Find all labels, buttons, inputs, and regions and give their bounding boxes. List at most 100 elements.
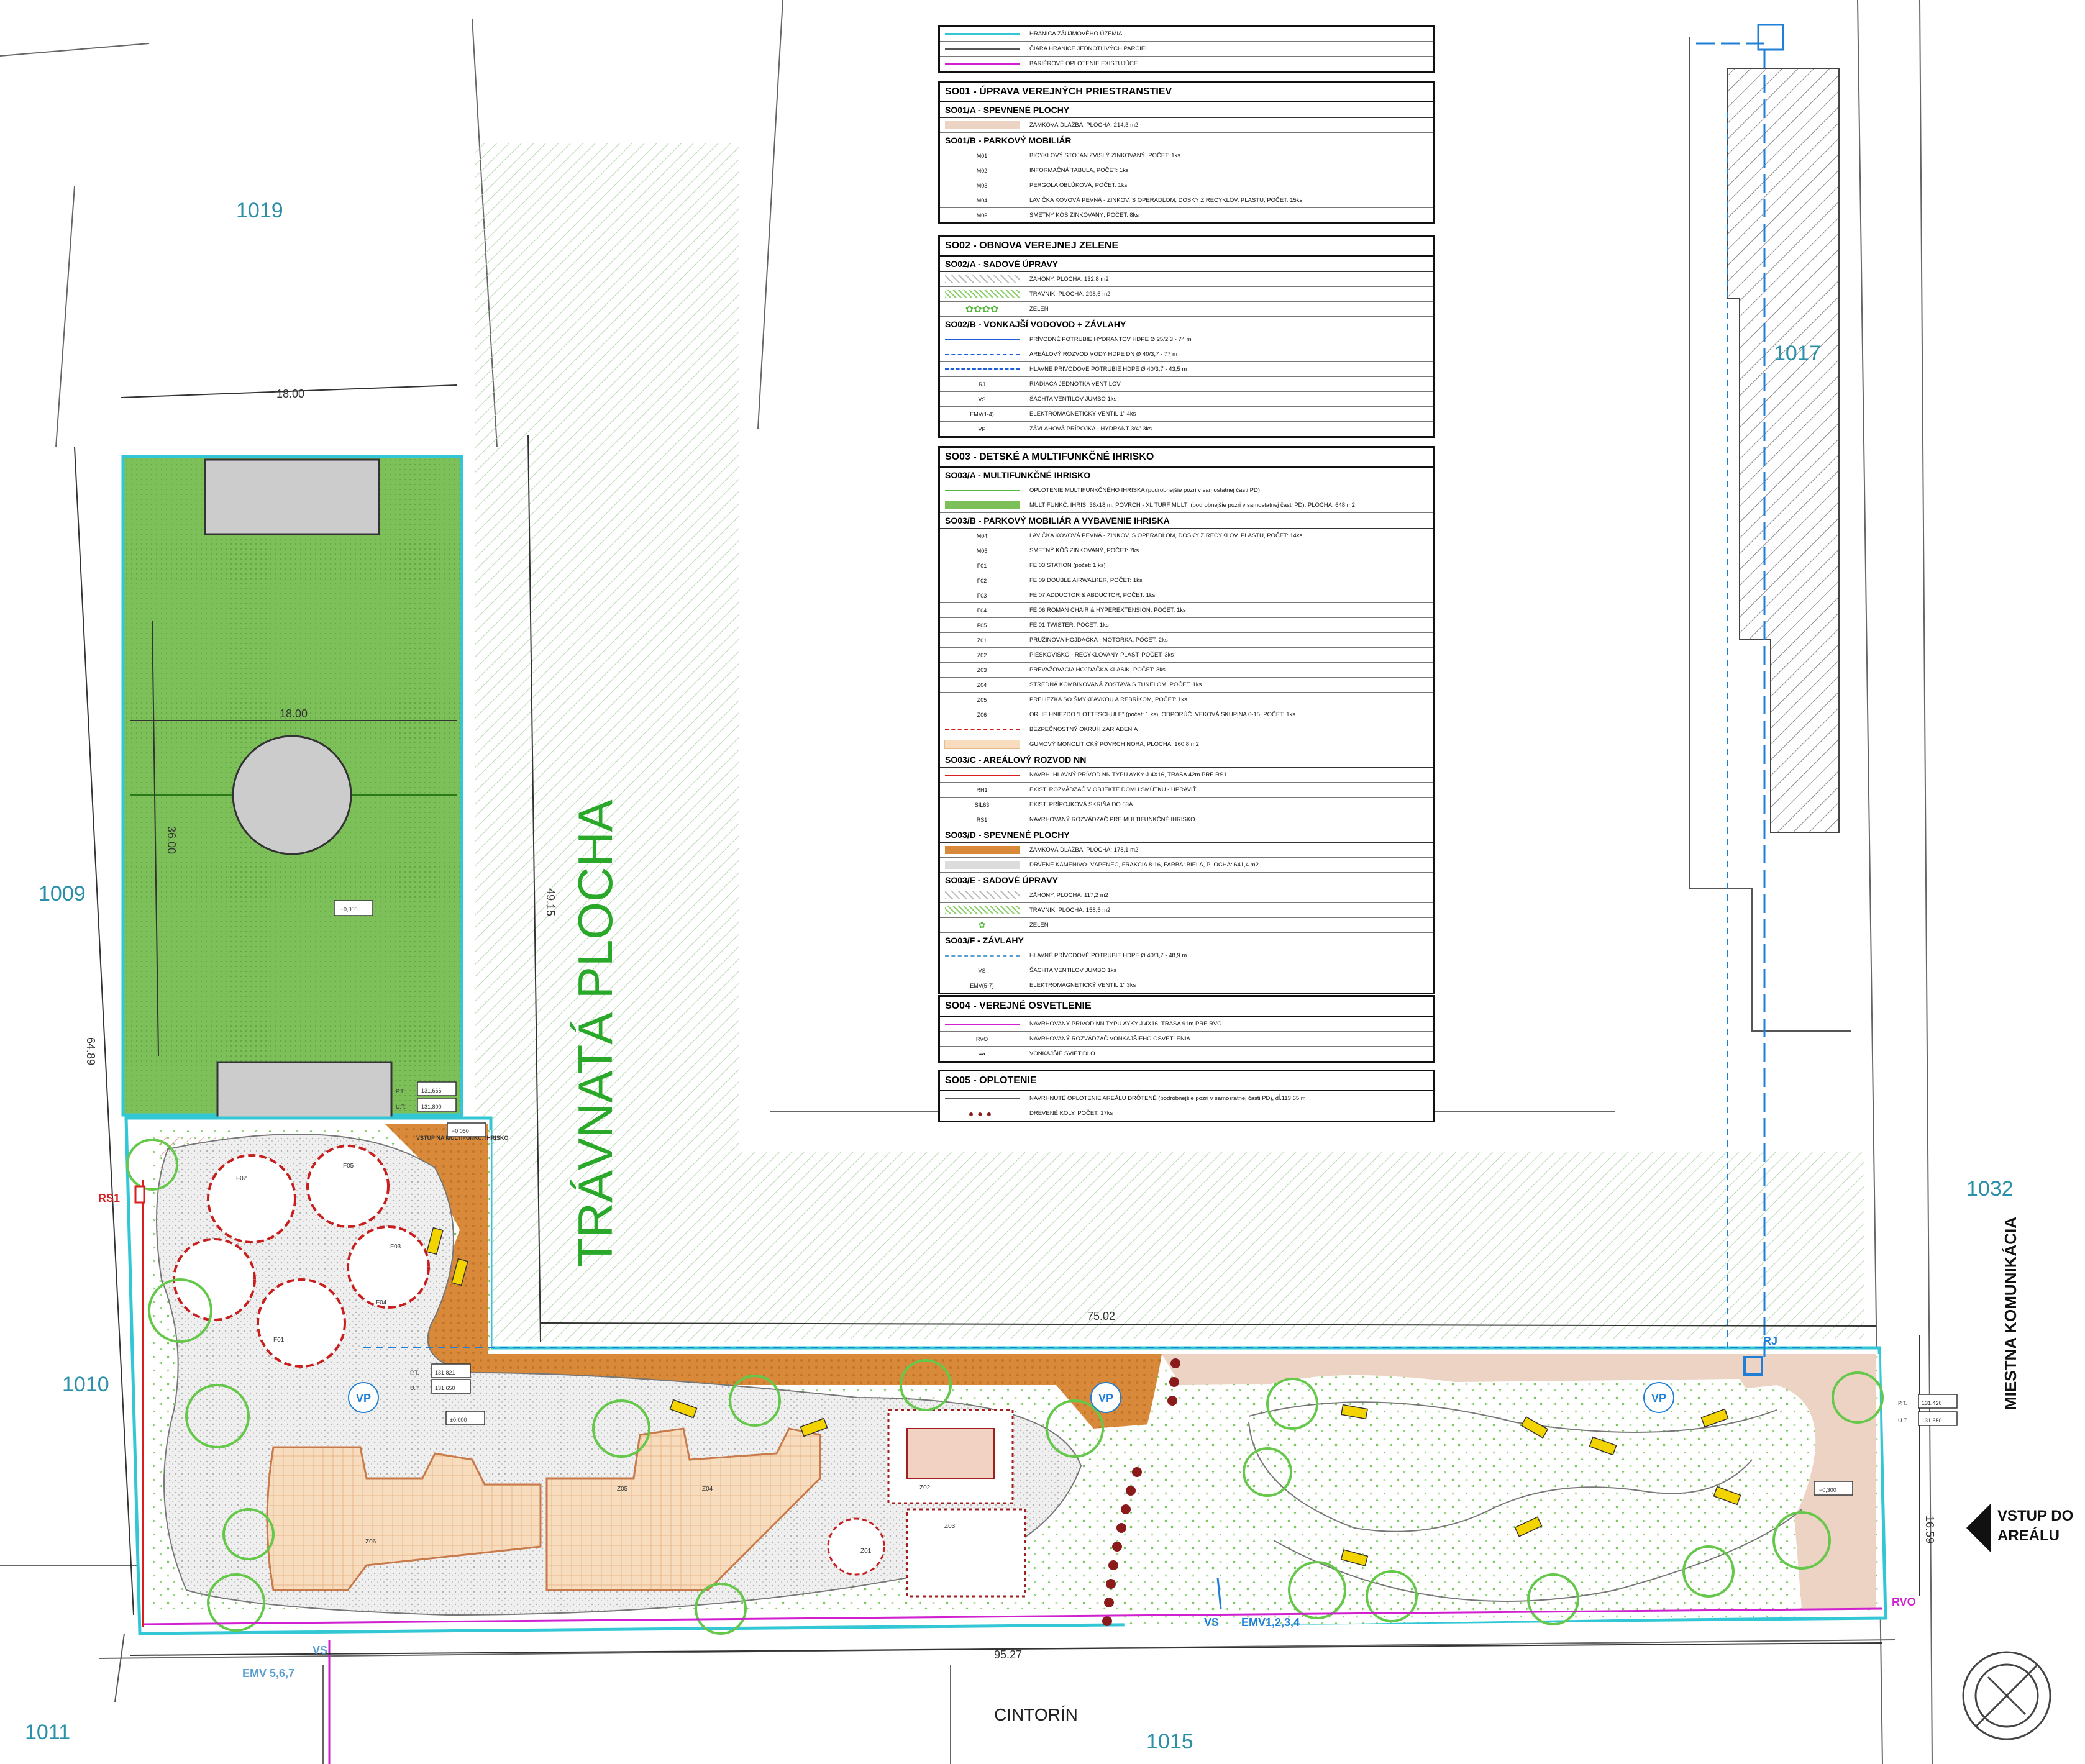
legend-desc: NAVRH. HLAVNÝ PRÍVOD NN TYPU AYKY-J 4X16… (1029, 771, 1227, 778)
legend-row: F02 FE 09 DOUBLE AIRWALKER, POČET: 1ks (940, 573, 1433, 588)
dim-field-length: 36.00 (165, 826, 178, 854)
legend-row: M05 SMETNÝ KÔŠ ZINKOVANÝ, POČET: 7ks (940, 543, 1433, 558)
legend-desc: BICYKLOVÝ STOJAN ZVISLÝ ZINKOVANÝ, POČET… (1029, 152, 1181, 159)
legend-so04-title: SO04 - VEREJNÉ OSVETLENIE (940, 997, 1433, 1017)
legend-desc: FE 09 DOUBLE AIRWALKER, POČET: 1ks (1029, 577, 1143, 584)
legend-symbol (940, 948, 1024, 963)
north-arrow (1962, 1651, 2051, 1740)
legend-so05: SO05 - OPLOTENIE NAVRHNUTÉ OPLOTENIE ARE… (938, 1070, 1435, 1122)
legend-so03-sub-b: SO03/B - PARKOVÝ MOBILIÁR A VYBAVENIE IH… (940, 513, 1433, 529)
label-z02: Z02 (919, 1484, 931, 1491)
legend-desc: PRUŽINOVÁ HOJDAČKA - MOTORKA, POČET: 2ks (1029, 637, 1168, 643)
parcel-1015: 1015 (1146, 1730, 1193, 1753)
legend-symbol: ●●● (940, 1106, 1024, 1121)
legend-code: Z04 (940, 678, 1024, 692)
legend-row: Z05 PRELIEZKA SO ŠMYKĽAVKOU A REBRÍKOM, P… (940, 693, 1433, 707)
legend-code: M05 (940, 208, 1024, 222)
legend-desc: ZELEŇ (1029, 922, 1049, 929)
legend-symbol (940, 347, 1024, 361)
legend-row: ⊸ VONKAJŠIE SVIETIDLO (940, 1047, 1433, 1061)
label-vp-1: VP (356, 1392, 371, 1404)
label-vs-2: VS (1204, 1616, 1219, 1629)
svg-text:131,800: 131,800 (421, 1104, 442, 1110)
legend-code: Z02 (940, 648, 1024, 662)
legend-code: Z06 (940, 707, 1024, 722)
legend-row: HRANICA ZÁUJMOVÉHO ÚZEMIA (940, 27, 1433, 42)
legend-desc: LAVIČKA KOVOVÁ PEVNÁ - ZINKOV. S OPERADL… (1029, 197, 1303, 204)
label-z04: Z04 (702, 1486, 713, 1493)
legend-desc: TRÁVNIK, PLOCHA: 158,5 m2 (1029, 907, 1111, 914)
legend-row: HLAVNÉ PRÍVODOVÉ POTRUBIE HDPE Ø 40/3,7 … (940, 948, 1433, 963)
legend-desc: FE 06 ROMAN CHAIR & HYPEREXTENSION, POČE… (1029, 607, 1186, 614)
legend-row: VS ŠACHTA VENTILOV JUMBO 1ks (940, 963, 1433, 978)
legend-desc: ŠACHTA VENTILOV JUMBO 1ks (1029, 396, 1117, 402)
legend-row: ZÁMKOVÁ DLAŽBA, PLOCHA: 178,1 m2 (940, 843, 1433, 858)
legend-code: F03 (940, 588, 1024, 602)
legend-row: ✿ ZELEŇ (940, 918, 1433, 933)
legend-symbol (940, 858, 1024, 872)
parcel-1011: 1011 (25, 1721, 70, 1744)
legend-desc: ELEKTROMAGNETICKÝ VENTIL 1" 3ks (1029, 982, 1136, 989)
legend-symbol (940, 118, 1024, 132)
legend-desc: ZELEŇ (1029, 306, 1049, 312)
label-f04: F04 (376, 1299, 387, 1306)
legend-row: ZÁHONY, PLOCHA: 117,2 m2 (940, 888, 1433, 903)
label-z05: Z05 (617, 1486, 628, 1493)
legend-symbol (940, 737, 1024, 752)
label-rj: RJ (1763, 1335, 1777, 1347)
label-emv-b: EMV1,2,3,4 (1241, 1616, 1300, 1629)
label-rvo: RVO (1892, 1596, 1916, 1608)
legend-desc: ORLIE HNIEZDO "LOTTESCHULE" (počet: 1 ks… (1029, 711, 1296, 718)
legend-so02-sub-a: SO02/A - SADOVÉ ÚPRAVY (940, 257, 1433, 272)
dim-top-width: 18.00 (276, 388, 304, 400)
legend-so03-sub-d: SO03/D - SPEVNENÉ PLOCHY (940, 827, 1433, 843)
legend-row: ●●● DREVENÉ KOLY, POČET: 17ks (940, 1106, 1433, 1121)
legend-row: RVO NAVRHOVANÝ ROZVÁDZAČ VONKAJŠIEHO OSVE… (940, 1032, 1433, 1047)
legend-row: RH1 EXIST. ROZVÁDZAČ V OBJEKTE DOMU SMÚTK… (940, 783, 1433, 798)
legend-desc: PREVAŽOVACIA HOJDAČKA KLASIK, POČET: 3ks (1029, 666, 1166, 673)
legend-row: EMV(5-7) ELEKTROMAGNETICKÝ VENTIL 1" 3ks (940, 978, 1433, 993)
legend-so03-title: SO03 - DETSKÉ A MULTIFUNKČNÉ IHRISKO (940, 448, 1433, 468)
legend-code: VS (940, 963, 1024, 978)
legend-row: F03 FE 07 ADDUCTOR & ABDUCTOR, POČET: 1ks (940, 588, 1433, 603)
label-vp-2: VP (1098, 1392, 1113, 1404)
legend-symbol (940, 888, 1024, 902)
label-f02: F02 (236, 1175, 247, 1182)
svg-text:U.T.: U.T. (396, 1104, 406, 1110)
legend-symbol: ✿✿✿✿ (940, 302, 1024, 316)
legend-code: Z01 (940, 633, 1024, 647)
legend-desc: PRELIEZKA SO ŠMYKĽAVKOU A REBRÍKOM, POČE… (1029, 696, 1187, 703)
legend-symbol (940, 57, 1024, 71)
legend-symbol (940, 1017, 1024, 1031)
legend-desc: NAVRHNUTÉ OPLOTENIE AREÁLU DRÔTENÉ (podr… (1029, 1095, 1306, 1102)
legend-row: BARIÉROVÉ OPLOTENIE EXISTUJÚCE (940, 57, 1433, 71)
legend-row: VS ŠACHTA VENTILOV JUMBO 1ks (940, 392, 1433, 407)
legend-row: M04 LAVIČKA KOVOVÁ PEVNÁ - ZINKOV. S OPER… (940, 529, 1433, 543)
legend-desc: HLAVNÉ PRÍVODOVÉ POTRUBIE HDPE Ø 40/3,7 … (1029, 366, 1187, 373)
legend-row: NAVRHNUTÉ OPLOTENIE AREÁLU DRÔTENÉ (podr… (940, 1091, 1433, 1106)
legend-desc: MULTIFUNKČ. IHRIS. 36x18 m, POVRCH - XL … (1029, 502, 1355, 509)
svg-text:131,821: 131,821 (435, 1370, 455, 1376)
legend-row: Z06 ORLIE HNIEZDO "LOTTESCHULE" (počet: 1… (940, 707, 1433, 722)
entrance-label-2: AREÁLU (1997, 1527, 2060, 1544)
legend-row: Z02 PIESKOVISKO - RECYKLOVANÝ PLAST, POČE… (940, 648, 1433, 663)
legend-desc: OPLOTENIE MULTIFUNKČNÉHO IHRISKA (podrob… (1029, 487, 1260, 494)
svg-text:U.T.: U.T. (1898, 1417, 1908, 1424)
legend-so01-title: SO01 - ÚPRAVA VEREJNÝCH PRIESTRANSTIEV (940, 83, 1433, 102)
legend-desc: ZÁVLAHOVÁ PRÍPOJKA - HYDRANT 3/4" 3ks (1029, 425, 1152, 432)
legend-code: F04 (940, 603, 1024, 617)
legend-code: VP (940, 422, 1024, 436)
legend-row: HLAVNÉ PRÍVODOVÉ POTRUBIE HDPE Ø 40/3,7 … (940, 362, 1433, 377)
legend-so03-sub-c: SO03/C - AREÁLOVÝ ROZVOD NN (940, 752, 1433, 768)
legend-desc: PRÍVODNÉ POTRUBIE HYDRANTOV HDPE Ø 25/2,… (1029, 336, 1192, 343)
label-emv-a: EMV 5,6,7 (242, 1667, 294, 1680)
legend-desc: ŠACHTA VENTILOV JUMBO 1ks (1029, 967, 1117, 974)
legend-desc: EXIST. PRÍPOJKOVÁ SKRIŇA DO 63A (1029, 801, 1133, 808)
legend-symbol (940, 287, 1024, 301)
legend-row: RS1 NAVRHOVANÝ ROZVÁDZAČ PRE MULTIFUNKČNÉ… (940, 812, 1433, 827)
legend-row: Z01 PRUŽINOVÁ HOJDAČKA - MOTORKA, POČET: … (940, 633, 1433, 648)
legend-symbol (940, 42, 1024, 56)
legend-symbol: ✿ (940, 918, 1024, 932)
legend-symbol (940, 498, 1024, 512)
legend-row: OPLOTENIE MULTIFUNKČNÉHO IHRISKA (podrob… (940, 483, 1433, 498)
